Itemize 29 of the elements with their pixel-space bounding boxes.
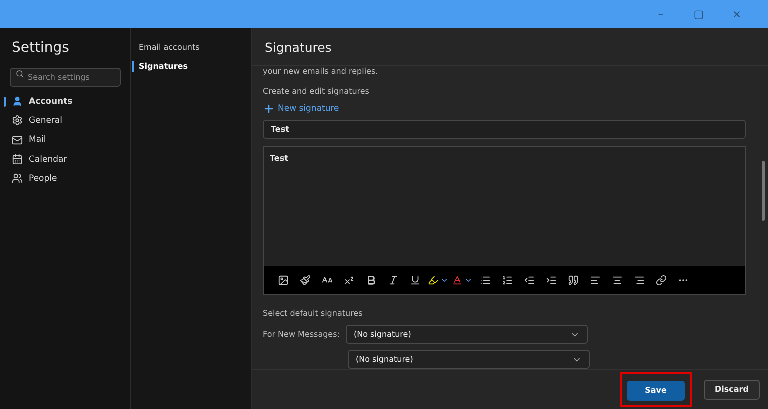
new-signature-button[interactable]: New signature	[263, 103, 746, 115]
nav-item[interactable]: General	[4, 111, 120, 131]
page-title: Signatures	[265, 40, 333, 55]
nav-item[interactable]: Mail	[4, 130, 120, 150]
section-label: Create and edit signatures	[263, 87, 370, 97]
search-icon	[16, 70, 24, 78]
person-icon	[12, 96, 23, 108]
settings-title: Settings	[12, 40, 70, 56]
search-field[interactable]: Search settings	[10, 68, 121, 87]
signature-editor[interactable]: Test	[263, 146, 746, 295]
field-label: For New Messages:	[263, 330, 340, 340]
people-icon	[12, 173, 23, 184]
mail-icon	[12, 134, 23, 146]
calendar-icon	[12, 154, 23, 166]
intro-text: your new emails and replies.	[263, 67, 380, 77]
section-label: Select default signatures	[263, 309, 364, 319]
nav-item[interactable]: Accounts	[4, 92, 120, 112]
nav-item[interactable]: Calendar	[4, 150, 120, 170]
subnav-item[interactable]: Signatures	[132, 61, 251, 72]
nav-item[interactable]: People	[4, 169, 120, 188]
discard-button[interactable]: Discard	[704, 380, 760, 400]
gear-icon	[12, 115, 23, 126]
plus-icon	[263, 103, 275, 115]
signature-name-field[interactable]: Test	[263, 120, 746, 139]
save-button[interactable]: Save	[627, 380, 685, 401]
scrollbar[interactable]	[762, 161, 765, 221]
signature-dropdown[interactable]: (No signature)	[348, 350, 590, 369]
subnav-item[interactable]: Email accounts	[132, 42, 251, 53]
signature-dropdown[interactable]: (No signature)	[346, 325, 588, 344]
